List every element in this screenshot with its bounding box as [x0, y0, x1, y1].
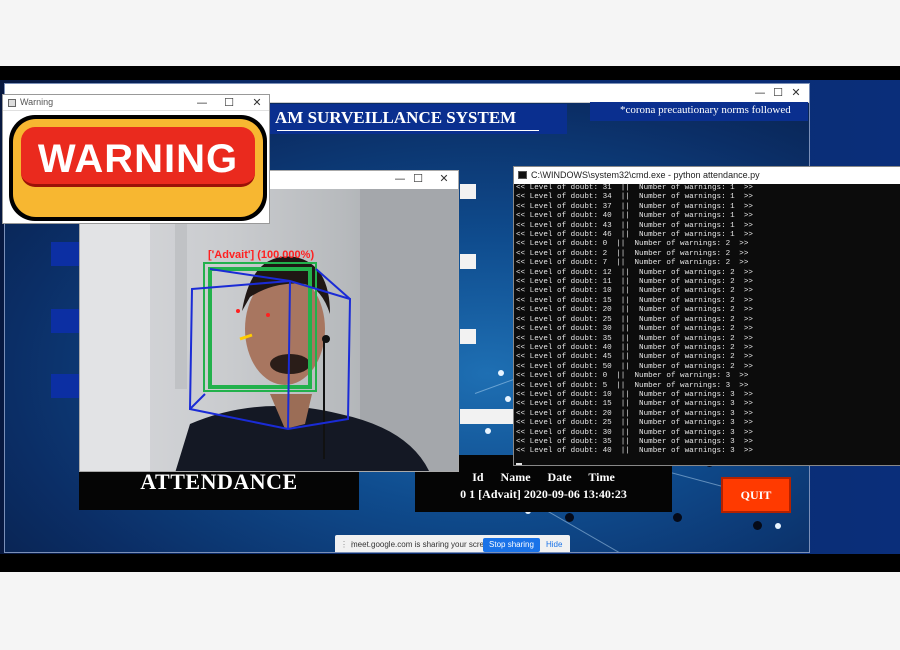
cmd-output-line: << Level of doubt: 50 || Number of warni…: [516, 362, 753, 371]
cmd-output-line: << Level of doubt: 7 || Number of warnin…: [516, 259, 749, 268]
detection-label: ['Advait'] (100.000%): [208, 249, 315, 261]
cmd-output-line: << Level of doubt: 25 || Number of warni…: [516, 419, 753, 428]
warning-titlebar: Warning — ☐ ✕: [3, 95, 269, 111]
cmd-titlebar: C:\WINDOWS\system32\cmd.exe - python att…: [514, 167, 900, 184]
app-title-banner: AM SURVEILLANCE SYSTEM: [267, 104, 567, 134]
cmd-output-line: << Level of doubt: 35 || Number of warni…: [516, 437, 753, 446]
decor-block: [460, 329, 476, 344]
warning-window: Warning — ☐ ✕ WARNING: [2, 94, 270, 224]
hide-button[interactable]: Hide: [546, 540, 562, 549]
screen-share-bar: ⋮⋮ meet.google.com is sharing your scree…: [335, 535, 570, 552]
notice-text: *corona precautionary norms followed: [620, 104, 791, 116]
screen: — ☐ ✕ AM SURVEILLANCE SYSTEM *corona pre…: [0, 66, 900, 572]
cmd-output-line: << Level of doubt: 10 || Number of warni…: [516, 390, 753, 399]
warning-title: Warning: [20, 97, 54, 107]
cmd-output-line: << Level of doubt: 15 || Number of warni…: [516, 400, 753, 409]
camera-feed: ['Advait'] (100.000%): [80, 189, 458, 471]
cmd-output-line: << Level of doubt: 0 || Number of warnin…: [516, 240, 749, 249]
minimize-icon[interactable]: —: [195, 96, 209, 109]
warning-app-icon: [8, 99, 16, 107]
cmd-output-line: << Level of doubt: 12 || Number of warni…: [516, 268, 753, 277]
close-icon[interactable]: ✕: [437, 172, 451, 185]
cmd-output-line: << Level of doubt: 0 || Number of warnin…: [516, 372, 749, 381]
cmd-output-line: << Level of doubt: 31 || Number of warni…: [516, 184, 753, 192]
warning-sign-text: WARNING: [37, 137, 239, 181]
notice-banner: *corona precautionary norms followed: [590, 102, 808, 121]
cmd-output-line: << Level of doubt: 34 || Number of warni…: [516, 193, 753, 202]
cmd-output-line: << Level of doubt: 30 || Number of warni…: [516, 428, 753, 437]
cmd-output-line: << Level of doubt: 45 || Number of warni…: [516, 353, 753, 362]
warning-sign: WARNING: [9, 115, 267, 221]
camera-scene: [80, 189, 458, 471]
maximize-icon[interactable]: ☐: [771, 86, 785, 99]
close-icon[interactable]: ✕: [250, 96, 264, 109]
cmd-output-line: << Level of doubt: 30 || Number of warni…: [516, 325, 753, 334]
cmd-output-line: << Level of doubt: 25 || Number of warni…: [516, 315, 753, 324]
warning-sign-plate: WARNING: [21, 127, 255, 187]
maximize-icon[interactable]: ☐: [222, 96, 236, 109]
warning-sign-border: WARNING: [13, 119, 263, 217]
decor-block: [51, 374, 81, 398]
attendance-label: ATTENDANCE: [140, 469, 298, 494]
title-underline: [277, 130, 539, 131]
decor-block: [460, 184, 476, 199]
cmd-output-line: << Level of doubt: 5 || Number of warnin…: [516, 381, 749, 390]
desktop: — ☐ ✕ AM SURVEILLANCE SYSTEM *corona pre…: [0, 80, 900, 554]
stop-sharing-button[interactable]: Stop sharing: [483, 538, 540, 552]
cmd-output[interactable]: << Level of doubt: 31 || Number of warni…: [515, 184, 900, 465]
cmd-output-line: << Level of doubt: 11 || Number of warni…: [516, 278, 753, 287]
cmd-output-line: << Level of doubt: 46 || Number of warni…: [516, 231, 753, 240]
cmd-output-line: << Level of doubt: 2 || Number of warnin…: [516, 249, 749, 258]
cmd-output-line: << Level of doubt: 40 || Number of warni…: [516, 212, 753, 221]
header-time: Time: [588, 470, 615, 484]
quit-button[interactable]: QUIT: [721, 477, 791, 513]
header-name: Name: [500, 470, 531, 484]
header-date: Date: [547, 470, 572, 484]
cmd-output-line: << Level of doubt: 10 || Number of warni…: [516, 287, 753, 296]
minimize-icon[interactable]: —: [753, 86, 767, 99]
cmd-icon: [518, 171, 527, 179]
decor-block: [51, 309, 81, 333]
minimize-icon[interactable]: —: [393, 172, 407, 185]
cmd-output-line: << Level of doubt: 40 || Number of warni…: [516, 343, 753, 352]
cmd-title: C:\WINDOWS\system32\cmd.exe - python att…: [531, 170, 760, 180]
attendance-record-row: 0 1 [Advait] 2020-09-06 13:40:23: [460, 487, 627, 501]
cmd-output-line: << Level of doubt: 20 || Number of warni…: [516, 409, 753, 418]
cmd-output-line: << Level of doubt: 37 || Number of warni…: [516, 202, 753, 211]
cmd-cursor: [516, 462, 522, 465]
app-title: AM SURVEILLANCE SYSTEM: [275, 108, 517, 127]
cmd-output-line: << Level of doubt: 15 || Number of warni…: [516, 296, 753, 305]
close-icon[interactable]: ✕: [789, 86, 803, 99]
decor-block: [460, 409, 516, 424]
decor-block: [51, 242, 81, 266]
attendance-record-header: Id Name Date Time: [415, 470, 672, 485]
cmd-output-line: << Level of doubt: 35 || Number of warni…: [516, 334, 753, 343]
maximize-icon[interactable]: ☐: [411, 172, 425, 185]
cmd-output-line: << Level of doubt: 40 || Number of warni…: [516, 447, 753, 456]
share-status-text: meet.google.com is sharing your screen.: [351, 540, 496, 549]
header-id: Id: [472, 470, 484, 484]
cmd-window: C:\WINDOWS\system32\cmd.exe - python att…: [513, 166, 900, 466]
decor-block: [460, 254, 476, 269]
cmd-output-line: << Level of doubt: 43 || Number of warni…: [516, 221, 753, 230]
cmd-output-line: << Level of doubt: 20 || Number of warni…: [516, 306, 753, 315]
